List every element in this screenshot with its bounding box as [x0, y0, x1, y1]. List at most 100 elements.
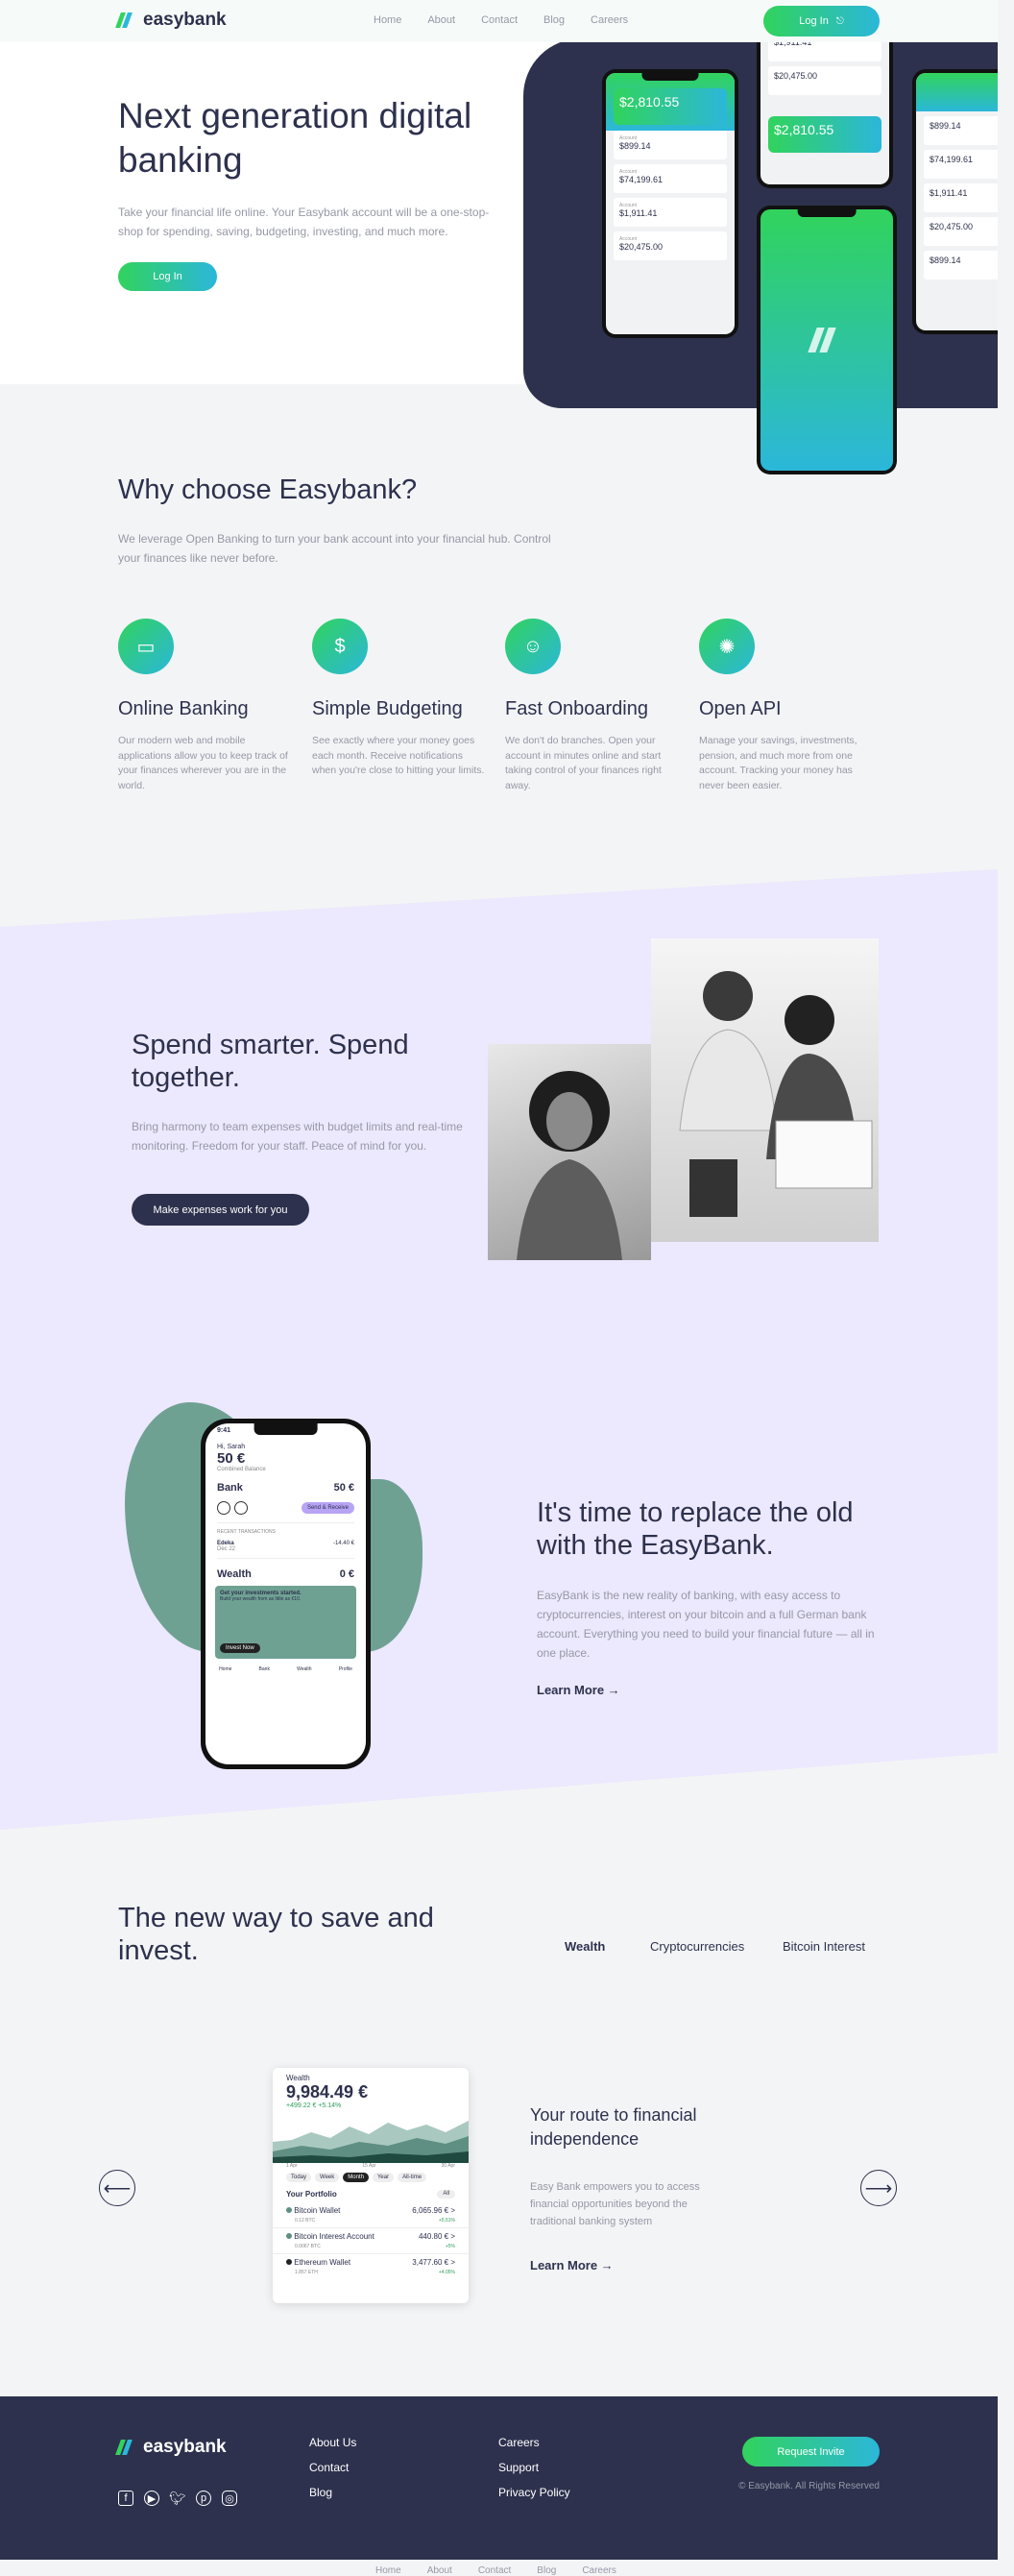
invest-now-button[interactable]: Invest Now [220, 1643, 260, 1653]
footer-logo[interactable]: easybank [115, 2437, 227, 2458]
phone-wealth-label: Wealth [217, 1568, 252, 1580]
logo-icon [115, 2440, 135, 2455]
nav-link-careers[interactable]: Careers [591, 14, 628, 26]
request-invite-button[interactable]: Request Invite [742, 2437, 880, 2467]
phone-row-value: $20,475.00 [774, 71, 818, 81]
chart-date: 1 Apr [286, 2163, 298, 2169]
youtube-icon[interactable]: ▶ [144, 2491, 159, 2506]
nav-link-home[interactable]: Home [374, 14, 401, 26]
range-today[interactable]: Today [286, 2173, 312, 2182]
route-learn-more[interactable]: Learn More → [530, 2258, 614, 2272]
phone-row-value: $20,475.00 [930, 222, 974, 231]
phone-row-value: $899.14 [930, 255, 961, 265]
phone-balance: 50 € [217, 1450, 246, 1467]
nav-link-contact[interactable]: Contact [481, 14, 518, 26]
facebook-icon[interactable]: f [118, 2491, 133, 2506]
footer-link-privacy[interactable]: Privacy Policy [498, 2486, 570, 2499]
portfolio-row[interactable]: Ethereum Wallet 1.857 ETH 3,477.60 € > +4.… [273, 2254, 469, 2279]
login-label: Log In [799, 15, 829, 27]
why-text: We leverage Open Banking to turn your ba… [118, 532, 551, 565]
phone-row-value: $20,475.00 [619, 242, 664, 252]
instagram-icon[interactable]: ◎ [222, 2491, 237, 2506]
bottom-nav-contact[interactable]: Contact [478, 2565, 511, 2576]
feature-text: Our modern web and mobile applications a… [118, 735, 288, 791]
replace-learn-more[interactable]: Learn More → [537, 1683, 620, 1697]
row-sub: 1.857 ETH [295, 2270, 318, 2275]
footer-link-contact[interactable]: Contact [309, 2461, 349, 2474]
portfolio-filter[interactable]: All [437, 2190, 455, 2199]
hero-login-button[interactable]: Log In [118, 262, 217, 291]
team-illustration [679, 971, 873, 1217]
team-photo [651, 938, 879, 1242]
twitter-icon[interactable]: 🐦︎ [169, 2491, 186, 2506]
phone-tab-home[interactable]: Home [219, 1666, 231, 1672]
hero-phone-right: $899.14 $74,199.61 $1,911.41 $20,475.00 … [912, 69, 998, 334]
hero-title: Next generation digital banking [118, 96, 472, 180]
arrow-right-icon[interactable]: ⟶ [860, 2170, 897, 2206]
tab-bitcoin-interest[interactable]: Bitcoin Interest [783, 1939, 865, 1954]
phone-row-value: $899.14 [930, 121, 961, 131]
invest-card: Get your investments started. Build your… [215, 1586, 356, 1659]
woman-illustration [517, 1071, 622, 1260]
row-pct: +5.51% [438, 2218, 455, 2224]
row-name: Bitcoin Interest Account [294, 2232, 374, 2241]
nav-links: Home About Contact Blog Careers [374, 14, 654, 26]
phone-tab-profile[interactable]: Profile [339, 1666, 352, 1672]
portfolio-row[interactable]: Bitcoin Wallet 0.12 BTC 6,065.96 € > +5.51… [273, 2202, 469, 2228]
top-nav: easybank Home About Contact Blog Careers… [0, 0, 998, 42]
bottom-nav-blog[interactable]: Blog [537, 2565, 556, 2576]
send-receive-button[interactable]: Send & Receive [301, 1502, 354, 1514]
pinterest-icon[interactable]: p [196, 2491, 211, 2506]
nav-login-button[interactable]: Log In ⎋ [763, 6, 880, 36]
woman-photo [488, 1044, 651, 1260]
budgeting-icon: $ [312, 619, 368, 674]
replace-text: EasyBank is the new reality of banking, … [537, 1589, 875, 1660]
bottom-nav-about[interactable]: About [427, 2565, 452, 2576]
phone-tab-wealth[interactable]: Wealth [297, 1666, 311, 1672]
online-banking-icon: ▭ [118, 619, 174, 674]
arrow-left-icon[interactable]: ⟵ [99, 2170, 135, 2206]
eu-icon [217, 1501, 230, 1515]
invest-text: Build your wealth from as little as €10. [220, 1596, 302, 1602]
phone-greeting: Hi, Sarah [217, 1444, 246, 1450]
range-month[interactable]: Month [343, 2173, 369, 2182]
footer-link-support[interactable]: Support [498, 2461, 539, 2474]
phone-tab-bank[interactable]: Bank [259, 1666, 270, 1672]
range-year[interactable]: Year [372, 2173, 395, 2182]
wallet-dot-icon [286, 2207, 292, 2213]
range-week[interactable]: Week [315, 2173, 340, 2182]
wealth-card-amount: 9,984.49 € [286, 2082, 369, 2102]
bottom-nav-home[interactable]: Home [375, 2565, 401, 2576]
row-value: 6,065.96 € > [412, 2206, 455, 2215]
login-icon: ⎋ [835, 15, 844, 27]
wealth-area-chart [273, 2121, 469, 2163]
footer-link-careers[interactable]: Careers [498, 2436, 540, 2449]
range-alltime[interactable]: All-time [398, 2173, 427, 2182]
spend-title: Spend smarter. Spend together. [132, 1030, 409, 1093]
logo[interactable]: easybank [115, 10, 227, 31]
nav-link-about[interactable]: About [427, 14, 455, 26]
tab-cryptocurrencies[interactable]: Cryptocurrencies [650, 1939, 744, 1954]
more-icon [234, 1501, 248, 1515]
feature-text: Manage your savings, investments, pensio… [699, 735, 857, 791]
row-sub: 0.0067 BTC [295, 2244, 321, 2249]
txn-amount: -14.40 € [332, 1541, 354, 1546]
page: $2,810.55 Account $899.14 Account $74,199.… [0, 0, 998, 2576]
bottom-nav-careers[interactable]: Careers [582, 2565, 616, 2576]
phone-bank-amount: 50 € [333, 1482, 354, 1494]
portfolio-row[interactable]: Bitcoin Interest Account 0.0067 BTC 440.8… [273, 2228, 469, 2254]
footer-link-about[interactable]: About Us [309, 2436, 356, 2449]
txn-date: Dec 22 [217, 1546, 236, 1552]
footer-logo-text: easybank [143, 2437, 227, 2457]
expenses-button[interactable]: Make expenses work for you [132, 1194, 309, 1226]
app-phone: 9:41 Hi, Sarah 50 € Combined Balance Ban… [201, 1419, 371, 1769]
phone-row-value: $899.14 [619, 141, 651, 151]
nav-link-blog[interactable]: Blog [543, 14, 565, 26]
footer-link-blog[interactable]: Blog [309, 2486, 332, 2499]
feature-text: See exactly where your money goes each m… [312, 735, 485, 776]
tab-wealth[interactable]: Wealth [565, 1939, 605, 1954]
replace-title: It's time to replace the old with the Ea… [537, 1497, 854, 1561]
wealth-card-label: Wealth [286, 2074, 310, 2082]
phone-balance-label: Combined Balance [217, 1467, 266, 1472]
why-title: Why choose Easybank? [118, 474, 418, 505]
